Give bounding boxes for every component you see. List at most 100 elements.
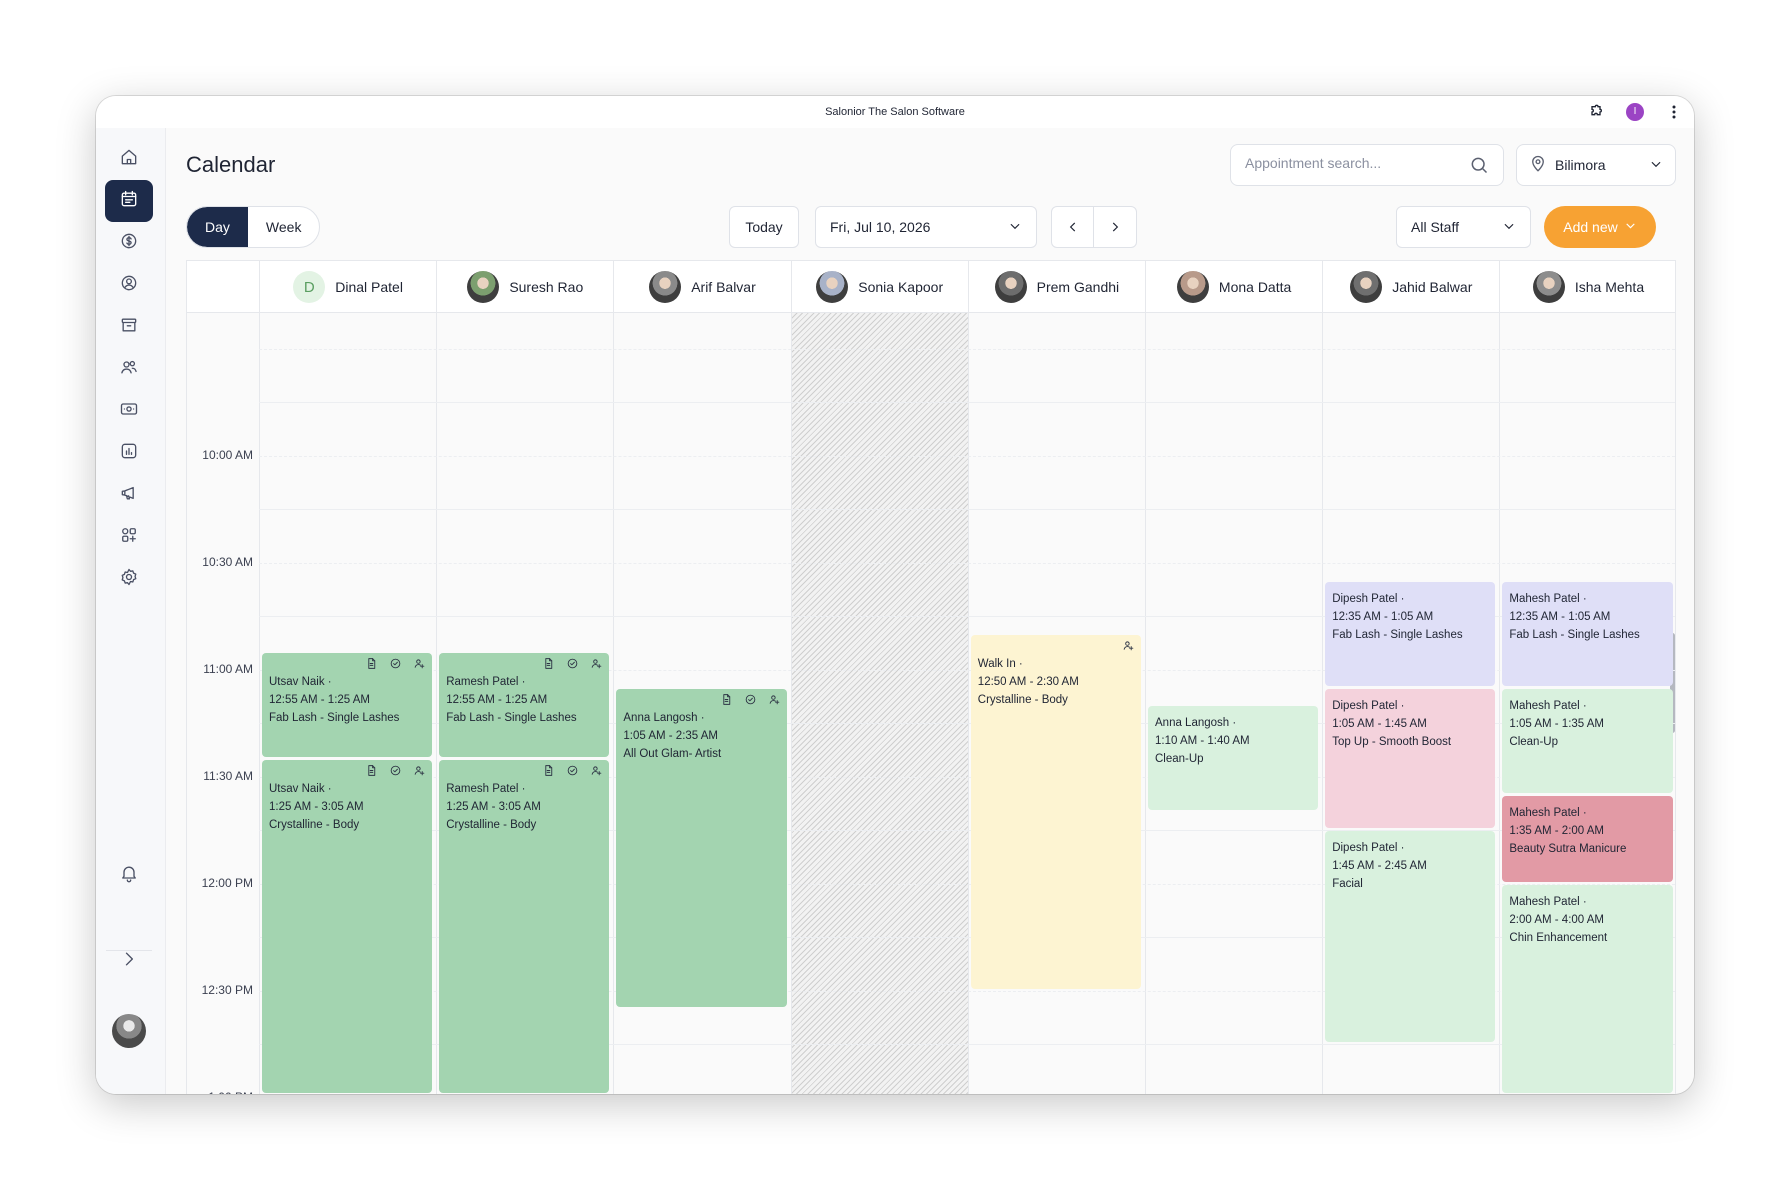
appointment-time: 12:35 AM - 1:05 AM — [1509, 610, 1611, 623]
app-body: Calendar Bilimora Day Week T — [96, 128, 1694, 1094]
appointment-service: Crystalline - Body — [269, 818, 360, 831]
document-icon[interactable] — [365, 764, 378, 783]
appointment-service: Crystalline - Body — [977, 694, 1068, 706]
appointment-client: Dipesh Patel · — [1332, 699, 1405, 712]
app-window: Salonior The Salon Software I Calendar A… — [96, 96, 1694, 1094]
home-icon — [119, 147, 139, 172]
document-icon[interactable] — [542, 657, 555, 676]
previous-day-button[interactable] — [1052, 207, 1095, 247]
sidebar-item-chevron-right[interactable] — [105, 940, 153, 982]
today-button[interactable]: Today — [729, 206, 799, 248]
staff-header[interactable]: Suresh Rao — [436, 261, 613, 313]
appointment-card[interactable]: Mahesh Patel · 2:00 AM - 4:00 AM Chin Enha… — [1502, 884, 1673, 1093]
sidebar — [96, 128, 166, 1094]
appointment-time: 2:00 AM - 4:00 AM — [1509, 913, 1604, 926]
appointment-client: Anna Langosh · — [1155, 717, 1237, 730]
add-new-button[interactable]: Add new — [1544, 206, 1656, 248]
sidebar-item-archive[interactable] — [105, 306, 153, 348]
check-circle-icon[interactable] — [389, 764, 402, 783]
appointment-card[interactable]: Dipesh Patel · 1:05 AM - 1:45 AM Top Up - … — [1325, 688, 1496, 829]
staff-header[interactable]: Arif Balvar — [613, 261, 790, 313]
staff-avatar — [467, 271, 500, 303]
staff-header[interactable]: D Dinal Patel — [259, 261, 436, 313]
appointment-search — [1230, 144, 1504, 186]
megaphone-icon — [119, 483, 139, 508]
extension-icon[interactable] — [1586, 102, 1606, 122]
chevron-down-icon — [1624, 219, 1637, 235]
calendar-grid: D Dinal Patel Suresh Rao Arif Balvar Sonia K… — [186, 260, 1676, 1094]
sidebar-item-settings[interactable] — [105, 558, 153, 600]
appointment-card[interactable]: Dipesh Patel · 12:35 AM - 1:05 AM Fab Lash… — [1325, 581, 1496, 686]
profile-avatar[interactable]: I — [1626, 103, 1644, 121]
appointment-actions — [365, 764, 426, 783]
sidebar-item-users[interactable] — [105, 348, 153, 390]
week-view-button[interactable]: Week — [248, 207, 320, 247]
staff-header[interactable]: Prem Gandhi — [967, 261, 1145, 313]
check-circle-icon[interactable] — [566, 657, 579, 676]
appointment-card[interactable]: Anna Langosh · 1:10 AM - 1:40 AM Clean-Up — [1148, 706, 1319, 811]
search-input[interactable] — [1245, 155, 1455, 171]
chevron-down-icon — [1649, 157, 1663, 174]
appointment-card[interactable]: Utsav Naik · 12:55 AM - 1:25 AM Fab Lash -… — [262, 652, 433, 757]
appointment-card[interactable]: Utsav Naik · 1:25 AM - 3:05 AM Crystalline… — [262, 759, 433, 1093]
appointment-client: Walk In · — [977, 658, 1023, 670]
sidebar-item-calendar[interactable] — [105, 180, 153, 222]
staff-avatar — [816, 271, 849, 303]
user-plus-icon[interactable] — [413, 764, 426, 783]
sidebar-item-reports[interactable] — [105, 432, 153, 474]
document-icon[interactable] — [542, 764, 555, 783]
check-circle-icon[interactable] — [744, 693, 757, 712]
appointment-time: 12:55 AM - 1:25 AM — [269, 693, 371, 706]
appointment-service: Top Up - Smooth Boost — [1332, 735, 1452, 748]
appointment-card[interactable]: Mahesh Patel · 12:35 AM - 1:05 AM Fab Lash… — [1502, 581, 1673, 686]
day-view-button[interactable]: Day — [187, 207, 248, 247]
sidebar-item-bell[interactable] — [105, 854, 153, 896]
appointment-card[interactable]: Mahesh Patel · 1:35 AM - 2:00 AM Beauty Su… — [1502, 795, 1673, 882]
staff-header[interactable]: Jahid Balwar — [1322, 261, 1499, 313]
user-plus-icon[interactable] — [413, 657, 426, 676]
appointment-card[interactable]: Walk In · 12:50 AM - 2:30 AM Crystalline -… — [970, 635, 1141, 989]
location-pin-icon — [1529, 155, 1547, 176]
sidebar-item-apps[interactable] — [105, 516, 153, 558]
sidebar-item-home[interactable] — [105, 138, 153, 180]
sidebar-item-megaphone[interactable] — [105, 474, 153, 516]
appointment-card[interactable]: Anna Langosh · 1:05 AM - 2:35 AM All Out G… — [616, 688, 787, 1007]
appointment-actions — [720, 693, 781, 712]
staff-avatar — [1350, 271, 1383, 303]
appointment-card[interactable]: Ramesh Patel · 12:55 AM - 1:25 AM Fab Lash… — [439, 652, 610, 757]
user-plus-icon[interactable] — [590, 764, 603, 783]
cash-icon — [119, 399, 139, 424]
sidebar-item-user-circle[interactable] — [105, 264, 153, 306]
appointment-card[interactable]: Ramesh Patel · 1:25 AM - 3:05 AM Crystalli… — [439, 759, 610, 1093]
staff-header[interactable]: Mona Datta — [1145, 261, 1322, 313]
staff-header-row: D Dinal Patel Suresh Rao Arif Balvar Sonia K… — [187, 261, 1675, 313]
user-circle-icon — [119, 273, 139, 298]
document-icon[interactable] — [720, 693, 733, 712]
staff-header[interactable]: Sonia Kapoor — [790, 261, 968, 313]
staff-avatar — [994, 271, 1027, 303]
appointment-card[interactable]: Mahesh Patel · 1:05 AM - 1:35 AM Clean-Up — [1502, 688, 1673, 793]
user-plus-icon[interactable] — [1122, 639, 1135, 658]
sidebar-item-cash[interactable] — [105, 390, 153, 432]
search-icon[interactable] — [1469, 155, 1489, 180]
user-avatar[interactable] — [112, 1014, 146, 1048]
add-new-label: Add new — [1563, 219, 1618, 235]
location-select[interactable]: Bilimora — [1516, 144, 1676, 186]
appointment-card[interactable]: Dipesh Patel · 1:45 AM - 2:45 AM Facial — [1325, 831, 1496, 1043]
date-select[interactable]: Fri, Jul 10, 2026 — [815, 206, 1037, 248]
user-plus-icon[interactable] — [590, 657, 603, 676]
page-title: Calendar — [186, 152, 276, 177]
more-vertical-icon[interactable] — [1664, 102, 1684, 122]
grid-line — [259, 562, 1675, 564]
next-day-button[interactable] — [1094, 207, 1136, 247]
appointment-client: Dipesh Patel · — [1332, 592, 1405, 605]
sidebar-item-dollar[interactable] — [105, 222, 153, 264]
check-circle-icon[interactable] — [389, 657, 402, 676]
user-plus-icon[interactable] — [768, 693, 781, 712]
document-icon[interactable] — [365, 657, 378, 676]
staff-header[interactable]: Isha Mehta — [1499, 261, 1675, 313]
staff-filter-select[interactable]: All Staff — [1396, 206, 1531, 248]
title-bar: Salonior The Salon Software I — [96, 96, 1694, 128]
check-circle-icon[interactable] — [566, 764, 579, 783]
staff-column[interactable] — [1145, 313, 1322, 1094]
